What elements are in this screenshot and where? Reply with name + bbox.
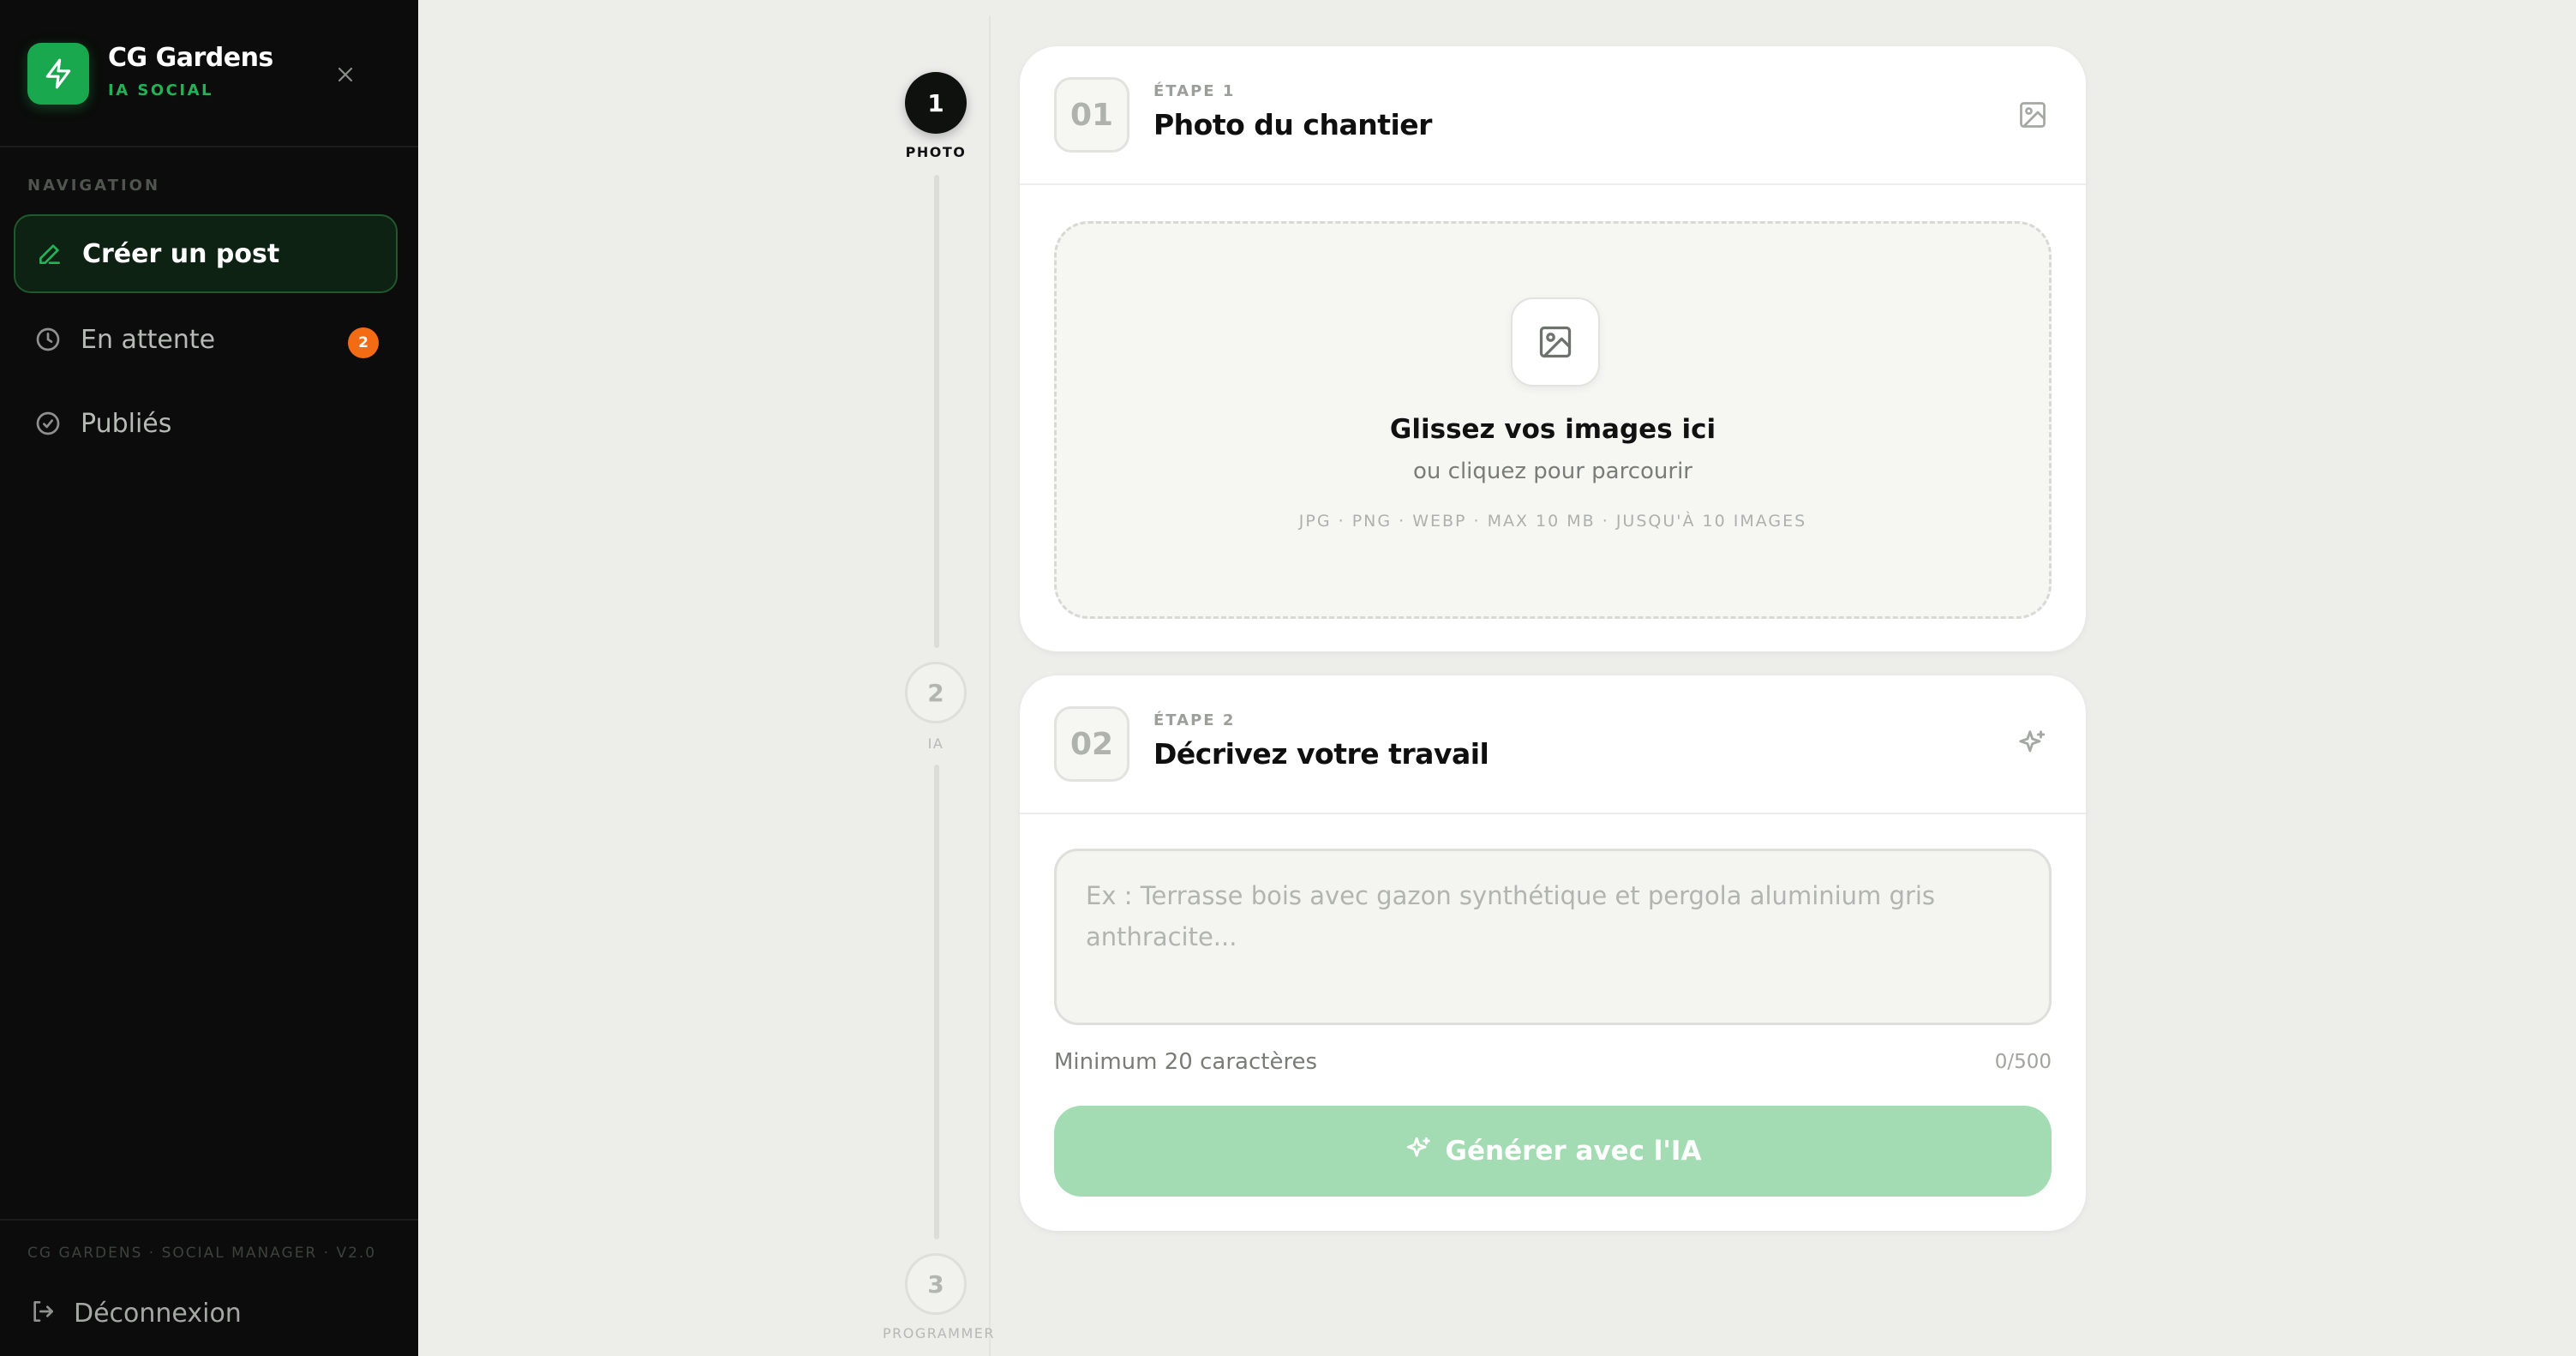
sidebar-item-label: Publiés xyxy=(81,408,172,439)
pen-icon xyxy=(34,238,65,269)
step-connector xyxy=(934,765,939,1239)
dropzone-subtitle: ou cliquez pour parcourir xyxy=(1413,459,1692,484)
card-header: 01 ÉTAPE 1 Photo du chantier xyxy=(1020,46,2086,185)
work-description-textarea[interactable] xyxy=(1054,849,2052,1025)
logout-button[interactable]: Déconnexion xyxy=(29,1298,242,1329)
card-title: Photo du chantier xyxy=(1153,108,1432,141)
step-1-label: PHOTO xyxy=(905,144,967,160)
step-tag: ÉTAPE 2 xyxy=(1153,711,1236,729)
dropzone-title: Glissez vos images ici xyxy=(1389,414,1716,445)
description-step-card: 02 ÉTAPE 2 Décrivez votre travail Minimu… xyxy=(1020,675,2086,1231)
image-dropzone[interactable]: Glissez vos images ici ou cliquez pour p… xyxy=(1054,221,2052,619)
step-1-indicator[interactable]: 1 xyxy=(905,72,967,134)
card-header: 02 ÉTAPE 2 Décrivez votre travail xyxy=(1020,675,2086,814)
sidebar-item-create-post[interactable]: Créer un post xyxy=(14,214,398,293)
sparkles-icon xyxy=(1405,1135,1434,1167)
stepper: 1 PHOTO 2 IA 3 PROGRAMMER xyxy=(883,0,1011,1356)
app-name: CG Gardens xyxy=(108,43,273,73)
lightning-icon xyxy=(45,58,71,89)
upload-image-icon xyxy=(1511,297,1600,387)
sidebar: CG Gardens IA SOCIAL NAVIGATION Créer un… xyxy=(0,0,418,1356)
step-number: 01 xyxy=(1054,77,1129,153)
step-tag: ÉTAPE 1 xyxy=(1153,82,1236,100)
sidebar-item-published[interactable]: Publiés xyxy=(14,384,398,463)
character-counter: 0/500 xyxy=(1994,1051,2052,1073)
sparkles-icon xyxy=(2014,725,2052,763)
app-subtitle: IA SOCIAL xyxy=(108,81,213,99)
card-title: Décrivez votre travail xyxy=(1153,737,1489,771)
app-logo[interactable] xyxy=(27,43,89,105)
logout-label: Déconnexion xyxy=(74,1298,242,1329)
step-2-label: IA xyxy=(927,735,944,752)
nav-heading: NAVIGATION xyxy=(27,177,161,195)
clock-icon xyxy=(33,324,63,355)
close-icon xyxy=(338,67,353,82)
sidebar-divider xyxy=(0,146,418,147)
image-icon xyxy=(2014,96,2052,134)
generate-ai-button[interactable]: Générer avec l'IA xyxy=(1054,1106,2052,1197)
sidebar-footer-divider xyxy=(0,1219,418,1221)
pending-count-badge: 2 xyxy=(348,327,379,358)
sidebar-item-label: En attente xyxy=(81,324,216,355)
step-3-indicator[interactable]: 3 xyxy=(905,1253,967,1315)
min-characters-hint: Minimum 20 caractères xyxy=(1054,1049,1318,1075)
step-number: 02 xyxy=(1054,706,1129,782)
logout-icon xyxy=(29,1298,57,1329)
step-2-indicator[interactable]: 2 xyxy=(905,662,967,723)
version-text: CG GARDENS · SOCIAL MANAGER · V2.0 xyxy=(27,1245,377,1262)
step-connector xyxy=(934,175,939,648)
sidebar-item-label: Créer un post xyxy=(82,238,280,269)
dropzone-formats: JPG · PNG · WEBP · MAX 10 MB · JUSQU'À 1… xyxy=(1298,512,1807,531)
check-circle-icon xyxy=(33,408,63,439)
close-sidebar-button[interactable] xyxy=(331,60,360,89)
sidebar-item-pending[interactable]: En attente 2 xyxy=(14,300,398,379)
generate-button-label: Générer avec l'IA xyxy=(1445,1136,1702,1167)
photo-step-card: 01 ÉTAPE 1 Photo du chantier Glissez vos… xyxy=(1020,46,2086,651)
step-3-label: PROGRAMMER xyxy=(883,1325,996,1341)
